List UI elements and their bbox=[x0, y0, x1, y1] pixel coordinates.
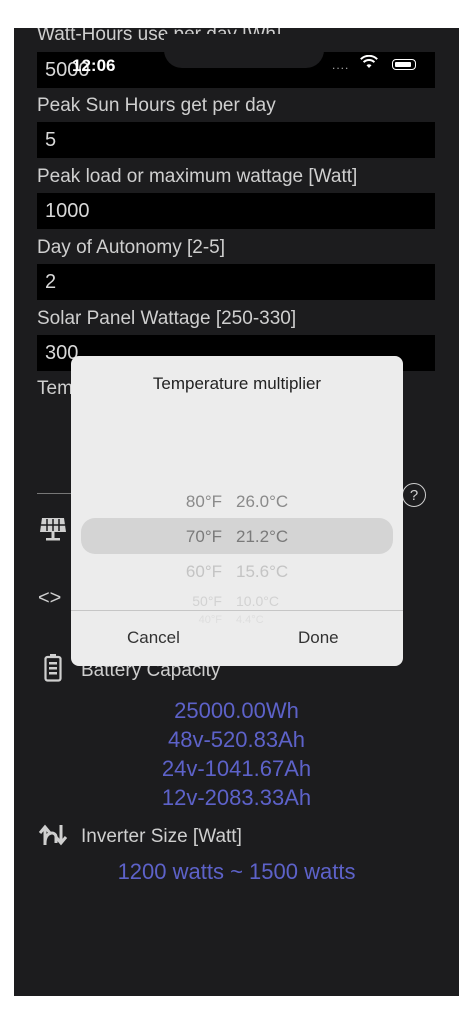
option-celsius: 26.0°C bbox=[236, 492, 289, 511]
picker-option-40f[interactable]: 40°F 4.4°C bbox=[81, 614, 393, 626]
battery-48v-value: 48v-520.83Ah bbox=[168, 727, 305, 752]
inverter-size-label: Inverter Size [Watt] bbox=[81, 826, 242, 847]
dialog-separator bbox=[71, 610, 403, 611]
picker-option-60f[interactable]: 60°F 15.6°C bbox=[81, 562, 393, 582]
battery-24v-value: 24v-1041.67Ah bbox=[161, 756, 312, 781]
option-fahrenheit: 40°F bbox=[198, 614, 222, 626]
inverter-size-value: 1200 watts ~ 1500 watts bbox=[117, 859, 356, 884]
picker-option-80f[interactable]: 80°F 26.0°C bbox=[81, 492, 393, 512]
option-fahrenheit: 70°F bbox=[185, 527, 222, 546]
signal-dots: .... bbox=[332, 58, 350, 72]
temperature-picker-dialog: Temperature multiplier 80°F 26.0°C 70°F 21… bbox=[71, 356, 403, 666]
battery-wh-value: 25000.00Wh bbox=[174, 698, 299, 723]
temperature-picker[interactable]: 80°F 26.0°C 70°F 21.2°C 60°F 15.6°C 50°F 10.… bbox=[81, 456, 393, 626]
status-time: 12:06 bbox=[72, 56, 116, 75]
picker-option-50f[interactable]: 50°F 10.0°C bbox=[81, 593, 393, 609]
option-celsius: 21.2°C bbox=[236, 527, 289, 546]
autonomy-input[interactable]: 2 bbox=[37, 264, 435, 300]
divider bbox=[37, 493, 73, 494]
done-button[interactable]: Done bbox=[298, 628, 339, 648]
peak-load-input[interactable]: 1000 bbox=[37, 193, 435, 229]
battery-status-icon bbox=[392, 59, 416, 70]
sun-hours-input[interactable]: 5 bbox=[37, 122, 435, 158]
option-celsius: 10.0°C bbox=[236, 593, 279, 609]
dialog-title: Temperature multiplier bbox=[152, 374, 322, 393]
cancel-button[interactable]: Cancel bbox=[127, 628, 180, 648]
status-bar: 12:06 .... bbox=[14, 54, 459, 78]
picker-option-70f[interactable]: 70°F 21.2°C bbox=[81, 527, 393, 547]
sun-hours-label: Peak Sun Hours get per day bbox=[37, 95, 276, 116]
option-fahrenheit: 50°F bbox=[192, 593, 222, 609]
panel-wattage-label: Solar Panel Wattage [250-330] bbox=[37, 308, 297, 329]
battery-icon bbox=[44, 654, 62, 687]
wifi-icon bbox=[360, 54, 378, 74]
solar-panel-icon bbox=[38, 516, 68, 547]
autonomy-label: Day of Autonomy [2-5] bbox=[37, 237, 225, 258]
inverter-icon bbox=[38, 823, 68, 853]
temperature-label: Tem bbox=[37, 378, 73, 399]
option-fahrenheit: 80°F bbox=[185, 492, 222, 511]
option-celsius: 15.6°C bbox=[236, 562, 289, 581]
help-icon[interactable]: ? bbox=[402, 483, 426, 507]
app-screen: 12:06 .... Watt-Hours use per day [Wh] 5… bbox=[14, 28, 459, 996]
code-icon: <> bbox=[38, 587, 62, 609]
battery-12v-value: 12v-2083.33Ah bbox=[161, 785, 312, 810]
option-celsius: 4.4°C bbox=[236, 614, 264, 626]
option-fahrenheit: 60°F bbox=[185, 562, 222, 581]
peak-load-label: Peak load or maximum wattage [Watt] bbox=[37, 166, 358, 187]
